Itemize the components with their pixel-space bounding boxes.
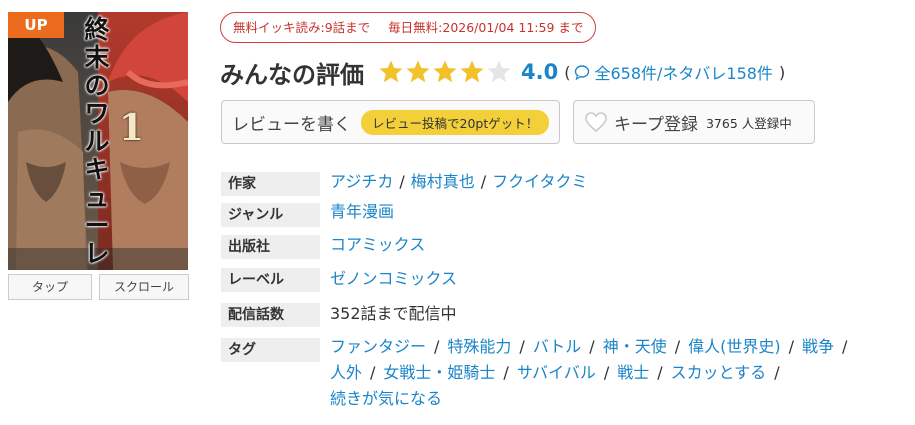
- label-label: レーベル: [221, 268, 320, 292]
- author-link[interactable]: アジチカ: [330, 172, 393, 191]
- review-total: 全658件: [594, 64, 657, 83]
- free-ikki-text: 無料イッキ読み:9話まで: [233, 20, 371, 35]
- episodes-label: 配信話数: [221, 303, 320, 327]
- publisher-value: コアミックス: [330, 233, 425, 257]
- scroll-read-button[interactable]: スクロール: [99, 274, 189, 300]
- tag-link[interactable]: 戦争: [802, 337, 834, 356]
- cover-title: 終 末 の ワ ル キ ュ ー レ: [84, 15, 110, 268]
- star-filled-icon: [460, 60, 484, 83]
- author-link[interactable]: 梅村真也: [411, 172, 475, 191]
- write-review-label: レビューを書く: [232, 114, 351, 135]
- tag-link[interactable]: スカッとする: [671, 363, 767, 382]
- free-reading-notice: 無料イッキ読み:9話まで 毎日無料:2026/01/04 11:59 まで: [220, 12, 597, 43]
- tag-link[interactable]: サバイバル: [517, 363, 596, 382]
- author-link[interactable]: フクイタクミ: [492, 172, 587, 191]
- tag-link[interactable]: 続きが気になる: [330, 389, 442, 408]
- keep-label: キープ登録: [614, 114, 698, 135]
- heart-icon: [585, 112, 607, 133]
- speech-bubble-icon: [575, 65, 590, 80]
- tag-link[interactable]: 人外: [330, 363, 362, 382]
- tag-link[interactable]: バトル: [533, 337, 581, 356]
- tag-link[interactable]: 戦士: [617, 363, 649, 382]
- tags-label: タグ: [221, 338, 320, 362]
- star-filled-icon: [433, 60, 457, 83]
- keep-button[interactable]: キープ登録 3765 人登録中: [573, 100, 815, 144]
- rating-title: みんなの評価: [220, 60, 364, 89]
- tag-link[interactable]: 偉人(世界史): [688, 337, 781, 356]
- comic-cover[interactable]: UP 終 末 の ワ ル キ ュ ー レ 1: [8, 12, 188, 270]
- tag-list: ファンタジー / 特殊能力 / バトル / 神・天使 / 偉人(世界史) / 戦争 / 人外 / 女戦士・姫…: [330, 337, 848, 408]
- episodes-value: 352話まで配信中: [330, 304, 457, 323]
- update-badge: UP: [8, 12, 64, 38]
- star-empty-icon: [487, 60, 511, 83]
- rating-row: みんなの評価 4.0 ( 全658件 /ネタバレ158件 ): [220, 56, 785, 89]
- publisher-label: 出版社: [221, 235, 320, 259]
- review-promo-badge: レビュー投稿で20ptゲット！: [361, 109, 550, 135]
- star-rating: [378, 59, 513, 85]
- star-filled-icon: [406, 60, 430, 83]
- author-label: 作家: [221, 172, 320, 196]
- tag-link[interactable]: 女戦士・姫騎士: [383, 363, 495, 382]
- tag-link[interactable]: 特殊能力: [447, 337, 511, 356]
- tag-link[interactable]: ファンタジー: [330, 337, 426, 356]
- genre-value: 青年漫画: [330, 200, 394, 224]
- spoiler-total: /ネタバレ158件: [657, 64, 773, 83]
- label-value: ゼノンコミックス: [330, 267, 457, 291]
- star-filled-icon: [379, 60, 403, 83]
- publisher-link[interactable]: コアミックス: [330, 235, 425, 254]
- keep-count: 3765 人登録中: [705, 115, 792, 131]
- rating-score: 4.0: [521, 60, 559, 84]
- review-count-link[interactable]: ( 全658件 /ネタバレ158件 ): [564, 60, 785, 84]
- genre-link[interactable]: 青年漫画: [330, 202, 394, 221]
- tap-read-button[interactable]: タップ: [8, 274, 92, 300]
- label-link[interactable]: ゼノンコミックス: [330, 269, 457, 288]
- cover-volume-number: 1: [119, 107, 145, 149]
- daily-free-text: 毎日無料:2026/01/04 11:59 まで: [388, 20, 584, 35]
- tag-link[interactable]: 神・天使: [603, 337, 667, 356]
- author-list: アジチカ / 梅村真也 / フクイタクミ: [330, 172, 588, 191]
- write-review-button[interactable]: レビューを書く レビュー投稿で20ptゲット！: [221, 100, 560, 144]
- genre-label: ジャンル: [221, 203, 320, 227]
